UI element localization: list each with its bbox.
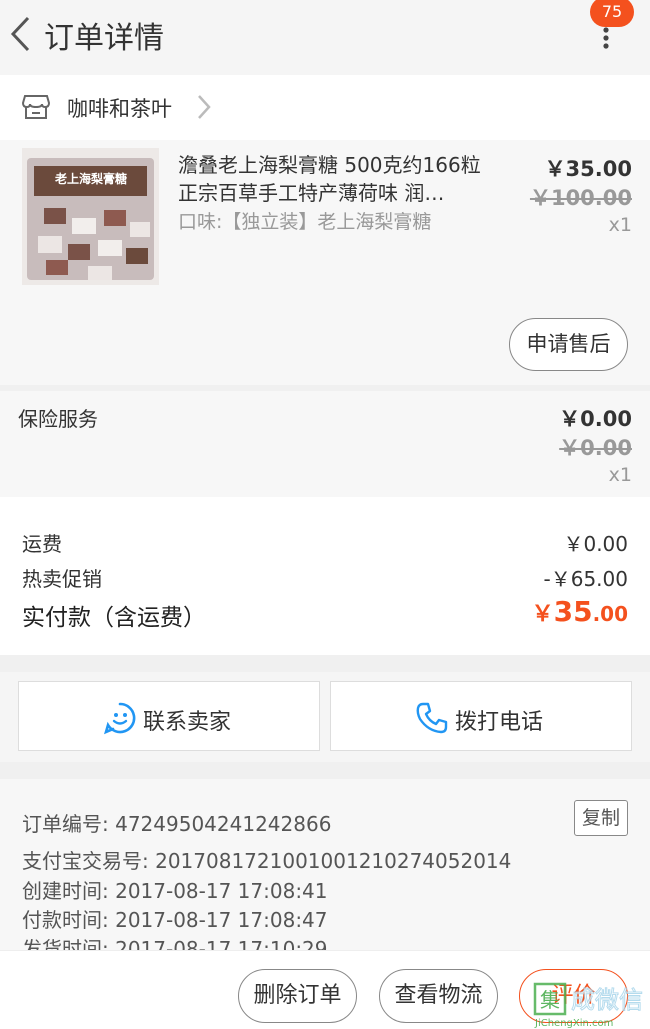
promo-value: -￥65.00 — [543, 567, 628, 591]
call-button[interactable]: 拨打电话 — [330, 681, 632, 751]
watermark-logo: 集 成微信 JiChengXin.com — [533, 982, 644, 1029]
after-sale-button[interactable]: 申请售后 — [509, 318, 628, 371]
contact-bar: 联系卖家 拨打电话 — [0, 672, 650, 762]
product-original-price: ￥100.00 — [529, 186, 632, 210]
contact-seller-button[interactable]: 联系卖家 — [18, 681, 320, 751]
total-currency: ￥ — [531, 602, 554, 627]
created-time: 创建时间: 2017-08-17 17:08:41 — [22, 879, 328, 903]
product-thumbnail[interactable]: 老上海梨膏糖 — [22, 148, 159, 285]
watermark-url: JiChengXin.com — [534, 1018, 613, 1029]
back-arrow-icon[interactable] — [8, 14, 32, 54]
insurance-row: 保险服务 ￥0.00 ￥0.00 x1 — [0, 391, 650, 497]
chevron-right-icon — [198, 95, 211, 119]
call-label: 拨打电话 — [455, 710, 544, 735]
product-title[interactable]: 澹叠老上海梨膏糖 500克约166粒 正宗百草手工特产薄荷味 润… — [178, 151, 498, 207]
price-summary: 运费 ￥0.00 热卖促销 -￥65.00 实付款（含运费） ￥35.00 — [0, 497, 650, 655]
order-info: 订单编号: 47249504241242866 复制 支付宝交易号: 20170… — [0, 779, 650, 957]
total-label: 实付款（含运费） — [22, 605, 206, 631]
total-decimal: .00 — [592, 602, 628, 626]
shop-name[interactable]: 咖啡和茶叶 — [67, 93, 172, 123]
page-title: 订单详情 — [44, 21, 164, 56]
order-item[interactable]: 老上海梨膏糖 澹叠老上海梨膏糖 500克约166粒 正宗百草手工特产薄荷味 润…… — [0, 140, 650, 385]
chat-bubble-icon — [103, 702, 136, 735]
view-logistics-button[interactable]: 查看物流 — [379, 969, 498, 1023]
shop-bar[interactable]: 咖啡和茶叶 — [0, 75, 650, 140]
product-image-text: 老上海梨膏糖 — [54, 172, 127, 186]
delete-order-button[interactable]: 删除订单 — [238, 969, 357, 1023]
product-quantity: x1 — [608, 214, 632, 236]
order-number: 订单编号: 47249504241242866 — [22, 812, 332, 836]
shipping-label: 运费 — [22, 532, 62, 556]
copy-button[interactable]: 复制 — [574, 800, 628, 836]
contact-seller-label: 联系卖家 — [143, 710, 232, 735]
product-image-icon — [22, 148, 159, 285]
product-price: ￥35.00 — [544, 157, 632, 181]
product-spec: 口味:【独立装】老上海梨膏糖 — [178, 211, 432, 233]
total-integer: 35 — [553, 595, 593, 628]
more-menu-icon[interactable] — [596, 24, 616, 52]
promo-label: 热卖促销 — [22, 567, 102, 591]
notification-badge: 75 — [590, 0, 634, 27]
insurance-original-price: ￥0.00 — [559, 436, 632, 460]
store-icon — [22, 95, 50, 119]
paid-time: 付款时间: 2017-08-17 17:08:47 — [22, 908, 328, 932]
shipping-value: ￥0.00 — [563, 532, 628, 556]
watermark-char: 集 — [540, 988, 560, 1012]
insurance-label: 保险服务 — [18, 407, 98, 431]
phone-icon — [416, 702, 448, 734]
insurance-quantity: x1 — [608, 464, 632, 486]
top-bar: 订单详情 75 — [0, 0, 650, 75]
alipay-number: 支付宝交易号: 2017081721001001210274052014 — [22, 849, 512, 873]
total-amount: ￥35.00 — [532, 595, 628, 628]
watermark-text: 成微信 — [571, 986, 643, 1014]
insurance-price: ￥0.00 — [559, 407, 632, 431]
